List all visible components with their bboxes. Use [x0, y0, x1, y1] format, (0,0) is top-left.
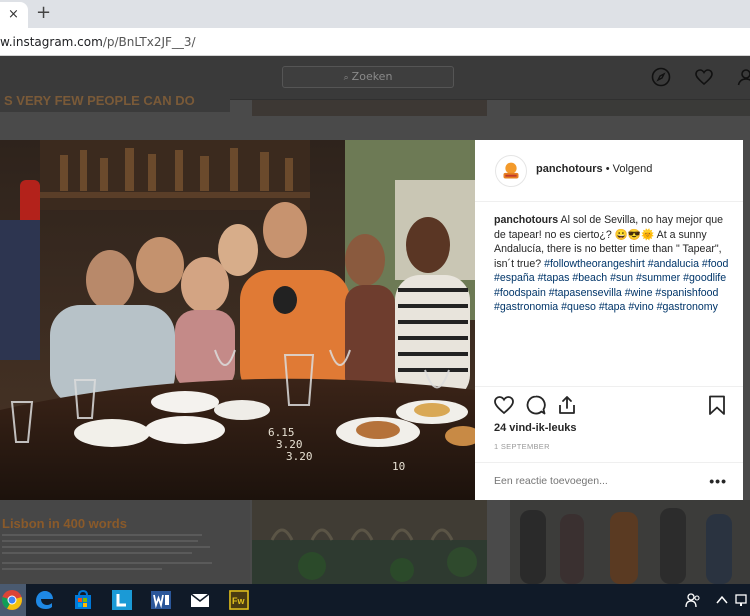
- search-icon: ⌕: [343, 73, 349, 83]
- post-modal: 6.15 3.20 3.20 10 panchotours • Volgend …: [0, 140, 743, 500]
- share-icon[interactable]: [556, 394, 578, 416]
- new-tab-button[interactable]: +: [36, 3, 51, 23]
- comment-input[interactable]: [494, 475, 694, 487]
- background-thumbnail-text: S VERY FEW PEOPLE CAN DO: [0, 90, 230, 112]
- background-article-title: Lisbon in 400 words: [2, 516, 127, 531]
- post-sidebar: panchotours • Volgend panchotours Al sol…: [475, 140, 743, 500]
- avatar[interactable]: [495, 155, 527, 187]
- chevron-up-icon[interactable]: [715, 593, 729, 607]
- hashtag-link[interactable]: #goodlife: [683, 272, 726, 284]
- chalk-price-3: 3.20: [286, 450, 313, 463]
- post-author: panchotours • Volgend: [536, 163, 652, 175]
- mail-icon[interactable]: [189, 589, 211, 611]
- background-thumbnail-article[interactable]: Lisbon in 400 words: [0, 500, 250, 584]
- chalk-price-4: 10: [392, 460, 405, 473]
- post-caption: panchotours Al sol de Sevilla, no hay me…: [494, 213, 732, 315]
- divider: [475, 386, 743, 387]
- bookmark-icon[interactable]: [706, 394, 728, 416]
- like-count[interactable]: 24 vind-ik-leuks: [494, 422, 577, 434]
- background-thumbnail-group[interactable]: [510, 500, 750, 584]
- tab-close-icon[interactable]: ×: [8, 7, 19, 23]
- people-icon[interactable]: [684, 591, 702, 609]
- word-icon[interactable]: [150, 589, 172, 611]
- hashtag-link[interactable]: #followtheorangeshirt: [544, 258, 645, 270]
- hashtag-link[interactable]: #andalucia: [648, 258, 699, 270]
- hashtag-link[interactable]: #wine: [625, 287, 653, 299]
- hashtag-link[interactable]: #gastronomy: [657, 301, 718, 313]
- url-path: /p/BnLTx2JF__3/: [102, 35, 196, 49]
- follow-status[interactable]: • Volgend: [606, 163, 653, 175]
- browser-tab[interactable]: ×: [0, 2, 28, 28]
- post-date: 1 SEPTEMBER: [494, 442, 550, 451]
- hashtag-link[interactable]: #summer: [636, 272, 680, 284]
- compass-icon[interactable]: [651, 67, 671, 87]
- hashtag-link[interactable]: #beach: [572, 272, 607, 284]
- chrome-icon[interactable]: [1, 589, 23, 611]
- network-icon[interactable]: [735, 593, 750, 607]
- post-photo[interactable]: 6.15 3.20 3.20 10: [0, 140, 475, 500]
- hashtag-link[interactable]: #gastronomia: [494, 301, 558, 313]
- hashtag-link[interactable]: #foodspain: [494, 287, 546, 299]
- caption-username[interactable]: panchotours: [494, 214, 558, 226]
- url-text[interactable]: w.instagram.com/p/BnLTx2JF__3/: [0, 35, 196, 49]
- more-options-icon[interactable]: •••: [709, 473, 727, 489]
- background-thumbnail[interactable]: [252, 100, 487, 116]
- author-username[interactable]: panchotours: [536, 163, 603, 175]
- post-header: panchotours • Volgend: [475, 140, 743, 202]
- post-photo-image: 6.15 3.20 3.20 10: [0, 140, 475, 500]
- address-bar[interactable]: w.instagram.com/p/BnLTx2JF__3/: [0, 28, 750, 56]
- hashtag-link[interactable]: #spanishfood: [655, 287, 718, 299]
- hashtag-link[interactable]: #tapa: [599, 301, 626, 313]
- hashtag-link[interactable]: #food: [702, 258, 729, 270]
- hashtag-link[interactable]: #españa: [494, 272, 535, 284]
- like-heart-icon[interactable]: [493, 394, 515, 416]
- fireworks-icon[interactable]: Fw: [228, 589, 250, 611]
- url-host: w.instagram.com: [0, 35, 103, 49]
- background-thumbnail[interactable]: [510, 100, 750, 116]
- hashtag-link[interactable]: #tapasensevilla: [549, 287, 622, 299]
- hashtag-link[interactable]: #queso: [561, 301, 596, 313]
- comment-bubble-icon[interactable]: [525, 394, 547, 416]
- heart-icon[interactable]: [694, 67, 714, 87]
- store-icon[interactable]: [72, 589, 94, 611]
- background-thumbnail-courtyard[interactable]: [252, 500, 487, 584]
- browser-tab-strip: × +: [0, 0, 750, 28]
- edge-icon[interactable]: [33, 589, 55, 611]
- hashtag-link[interactable]: #sun: [610, 272, 633, 284]
- launcher-l-icon[interactable]: [111, 589, 133, 611]
- hashtag-link[interactable]: #tapas: [538, 272, 570, 284]
- search-input[interactable]: ⌕ Zoeken: [282, 66, 454, 88]
- hashtag-link[interactable]: #vino: [628, 301, 653, 313]
- search-placeholder: Zoeken: [351, 70, 393, 83]
- svg-text:Fw: Fw: [232, 596, 245, 606]
- profile-icon[interactable]: [736, 67, 750, 87]
- comment-bar: •••: [475, 462, 743, 500]
